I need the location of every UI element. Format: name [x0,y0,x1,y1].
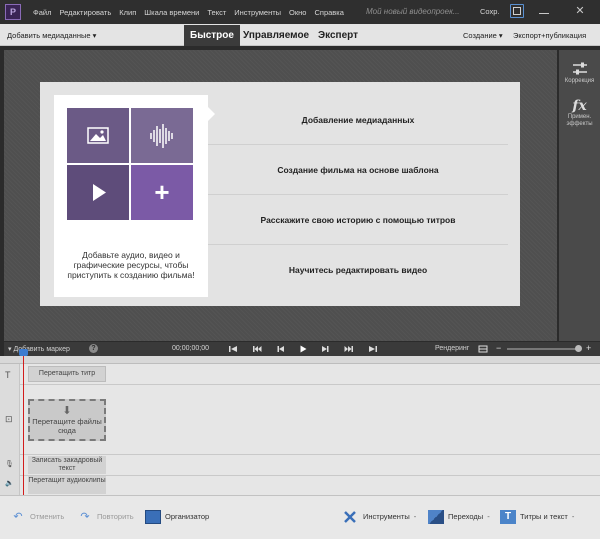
title-bar: P Файл Редактировать Клип Шкала времени … [0,0,600,24]
step-forward-icon[interactable] [320,344,330,354]
media-caption: Добавьте аудио, видео и графические ресу… [67,250,195,280]
titles-label: Титры и текст [520,512,568,521]
audio-wave-icon [150,124,173,148]
tab-quick[interactable]: Быстрое [184,25,240,46]
add-media-action[interactable]: Добавление медиаданных [208,95,508,145]
drop-media-label: Перетащите файлы сюда [32,417,102,435]
track-divider [0,454,600,455]
menu-file[interactable]: Файл [33,8,51,17]
step-back-icon[interactable] [276,344,286,354]
render-label[interactable]: Рендеринг [435,345,469,352]
add-marker-button[interactable]: ▾ Добавить маркер [8,345,70,353]
fx-icon: fx [572,98,587,114]
save-label[interactable]: Сохр. [480,7,500,16]
drop-title-slot[interactable]: Перетащить титр [28,366,106,382]
undo-icon: ↶ [13,511,23,523]
effects-tool[interactable]: fx Примен. эффекты [559,98,600,128]
menu-window[interactable]: Окно [289,8,306,17]
timecode: 00;00;00;00 [172,345,209,352]
tools-dash: - [413,512,417,521]
playhead-line[interactable] [23,352,24,495]
undo-button[interactable]: ↶ Отменить [10,509,64,525]
project-title: Мой новый видеопроек... [366,7,460,16]
organizer-label: Организатор [165,512,210,521]
image-icon [87,127,109,144]
add-media-box[interactable]: + Добавьте аудио, видео и графические ре… [54,95,208,297]
zoom-in-icon[interactable]: + [586,344,591,353]
narration-slot[interactable]: Записать закадровый текст [28,456,106,474]
help-icon[interactable]: ? [89,344,98,353]
play-icon [93,184,106,201]
drop-media-slot[interactable]: ⬇ Перетащите файлы сюда [28,399,106,441]
create-menu[interactable]: Создание ▾ [463,31,503,40]
sliders-icon [572,62,587,75]
zoom-slider-handle[interactable] [575,345,582,352]
timeline-view-icon[interactable] [478,344,488,354]
title-track-icon: T [5,370,11,380]
add-icon[interactable]: + [131,165,193,220]
undo-label: Отменить [30,512,65,521]
audio-tile [131,108,193,163]
menu-help[interactable]: Справка [314,8,343,17]
next-clip-icon[interactable] [344,344,354,354]
track-headers: T ⊡ 🎙 🔈 [0,364,20,495]
video-track-icon: ⊡ [5,414,13,424]
video-tile [67,165,129,220]
speaker-icon: 🔈 [5,480,14,487]
menu-text[interactable]: Текст [207,8,226,17]
close-icon[interactable]: ✕ [573,4,587,18]
organizer-icon [145,510,161,524]
goto-end-icon[interactable] [368,344,378,354]
menu-tools[interactable]: Инструменты [234,8,281,17]
menu-timeline[interactable]: Шкала времени [144,8,199,17]
prev-clip-icon[interactable] [252,344,262,354]
goto-start-icon[interactable] [228,344,238,354]
timeline-header: ▾ Добавить маркер ? 00;00;00;00 Рендерин… [4,342,600,356]
tab-expert[interactable]: Эксперт [312,25,364,46]
titles-button[interactable]: T Титры и текст - [500,509,574,525]
transitions-icon [428,510,444,524]
image-tile [67,108,129,163]
tools-icon [344,511,356,523]
tab-guided[interactable]: Управляемое [237,25,315,46]
maximize-icon[interactable] [510,4,524,18]
mode-bar: Добавить медиаданные ▾ Быстрое Управляем… [0,24,600,46]
redo-button[interactable]: ↷ Повторить [77,509,134,525]
titles-icon: T [500,510,516,524]
action-bar: ↶ Отменить ↷ Повторить Организатор Инстр… [0,495,600,539]
minimize-icon[interactable] [537,4,551,18]
add-media-menu[interactable]: Добавить медиаданные ▾ [7,31,96,40]
zoom-slider[interactable] [507,348,577,350]
redo-label: Повторить [97,512,134,521]
tools-label: Инструменты [363,512,410,521]
menu-clip[interactable]: Клип [119,8,136,17]
export-publish-menu[interactable]: Экспорт+публикация [513,31,586,40]
redo-icon: ↷ [80,511,90,523]
zoom-out-icon[interactable]: − [496,344,501,353]
learn-editing-action[interactable]: Научитесь редактировать видео [208,245,508,295]
transitions-button[interactable]: Переходы - [428,509,490,525]
adjust-label: Коррекция [564,78,595,84]
media-tile-grid: + [67,108,193,220]
microphone-icon: 🎙 [5,461,14,468]
playhead-handle[interactable] [19,349,28,356]
template-movie-action[interactable]: Создание фильма на основе шаблона [208,145,508,195]
tools-button[interactable]: Инструменты - [343,509,416,525]
effects-label: Примен. эффекты [566,114,593,127]
app-logo-icon: P [5,4,21,20]
transitions-label: Переходы [448,512,484,521]
download-arrow-icon: ⬇ [62,405,72,417]
titles-dash: - [571,512,575,521]
transitions-dash: - [487,512,490,521]
organizer-button[interactable]: Организатор [145,509,209,525]
time-ruler[interactable] [0,356,600,364]
welcome-card: + Добавьте аудио, видео и графические ре… [40,82,520,306]
right-tool-panel: Коррекция fx Примен. эффекты [559,50,600,341]
play-button-icon[interactable] [298,344,308,354]
track-divider [0,384,600,385]
audio-clips-slot[interactable]: Перетащит аудиоклипы [28,476,106,494]
titles-story-action[interactable]: Расскажите свою историю с помощью титров [208,195,508,245]
adjust-tool[interactable]: Коррекция [559,62,600,85]
menu-edit[interactable]: Редактировать [59,8,111,17]
